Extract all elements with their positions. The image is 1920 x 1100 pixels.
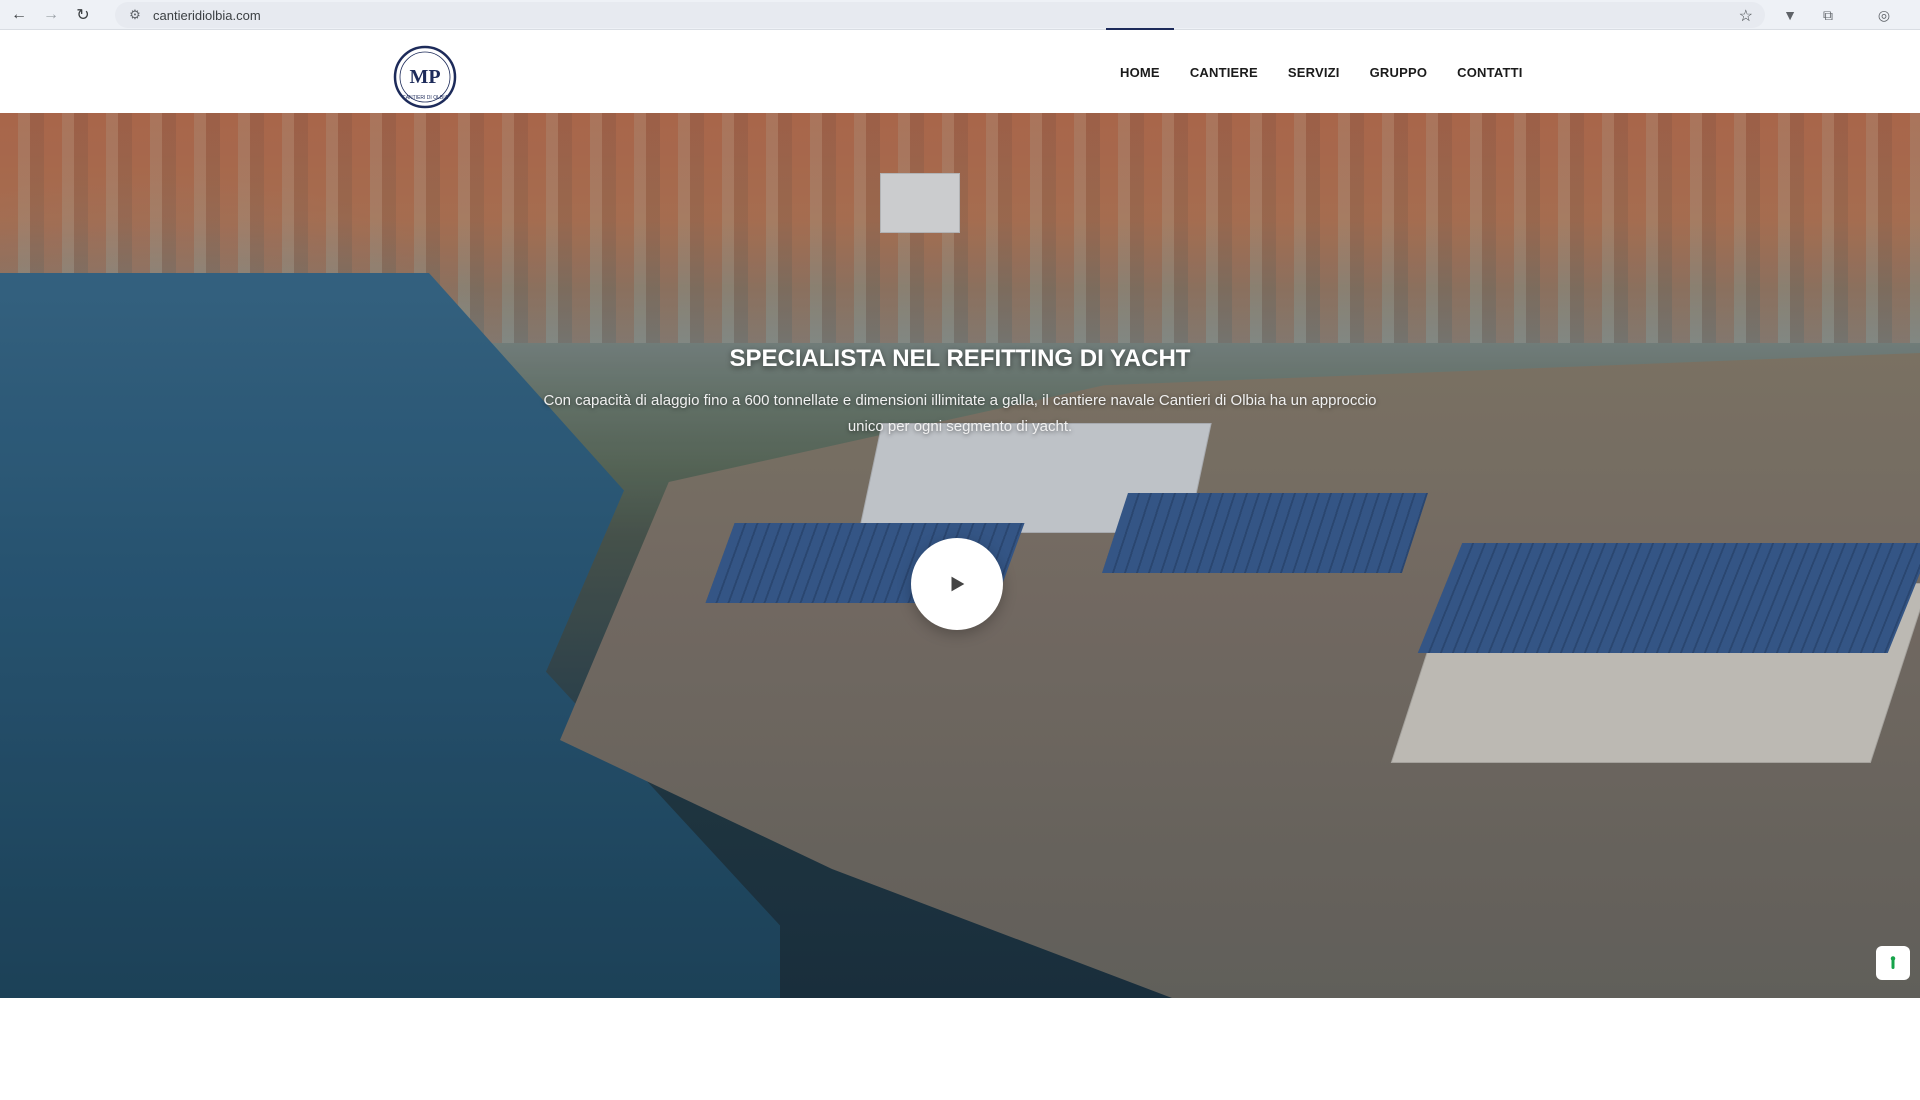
- nav-cantiere[interactable]: CANTIERE: [1190, 65, 1258, 80]
- cookie-settings-icon: [1890, 956, 1896, 969]
- hero-subtitle: Con capacità di alaggio fino a 600 tonne…: [543, 392, 1377, 435]
- nav-home[interactable]: HOME: [1106, 27, 1174, 80]
- play-icon: [951, 576, 965, 592]
- star-icon[interactable]: ☆: [1739, 6, 1753, 26]
- hero-title: SPECIALISTA NEL REFITTING DI YACHT: [729, 345, 1191, 372]
- url-text: cantieridiolbia.com: [153, 7, 261, 23]
- play-video-button[interactable]: [911, 538, 1003, 630]
- nav-contatti[interactable]: CONTATTI: [1457, 65, 1522, 80]
- profile-icon[interactable]: ◎: [1872, 3, 1896, 27]
- vpn-icon[interactable]: ▼: [1778, 3, 1802, 27]
- address-bar[interactable]: ⚙ cantieridiolbia.com ☆: [115, 2, 1765, 28]
- nav-servizi[interactable]: SERVIZI: [1288, 65, 1340, 80]
- nav-gruppo[interactable]: GRUPPO: [1370, 65, 1428, 80]
- hero-section: SPECIALISTA NEL REFITTING DI YACHT Con c…: [0, 113, 1920, 998]
- reload-icon[interactable]: ↻: [70, 2, 96, 28]
- main-nav: HOME CANTIERE SERVIZI GRUPPO CONTATTI: [1106, 27, 1553, 113]
- back-icon[interactable]: ←: [6, 2, 32, 28]
- site-header: MP CANTIERI DI OLBIA HOME CANTIERE SERVI…: [0, 27, 1920, 113]
- cookie-settings-button[interactable]: [1876, 946, 1910, 980]
- site-logo[interactable]: MP CANTIERI DI OLBIA: [393, 45, 457, 109]
- puzzle-icon[interactable]: ⧉: [1816, 3, 1840, 27]
- logo-monogram: MP: [409, 66, 440, 88]
- site-info-icon[interactable]: ⚙: [121, 7, 149, 23]
- forward-icon[interactable]: →: [38, 2, 64, 28]
- logo-text: CANTIERI DI OLBIA: [402, 95, 449, 101]
- browser-toolbar: ← → ↻ ⚙ cantieridiolbia.com ☆ ▼ ⧉ ◎: [0, 0, 1920, 30]
- page-content-area: [0, 998, 1920, 1100]
